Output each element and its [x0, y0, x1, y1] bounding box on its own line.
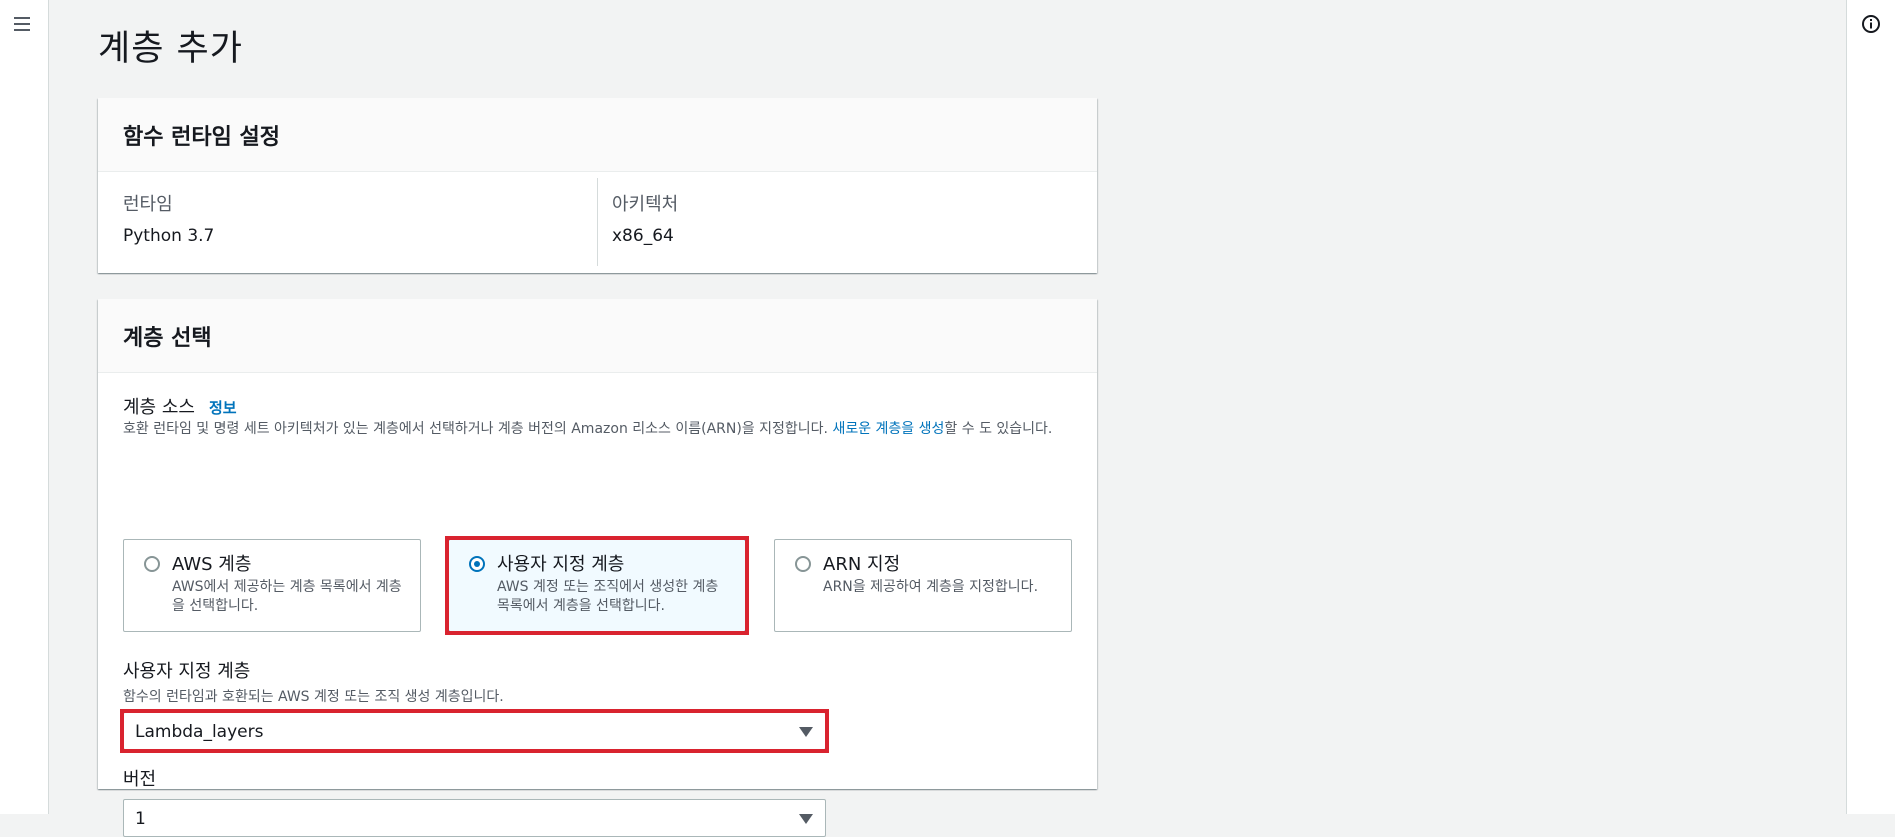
architecture-label: 아키텍처: [612, 194, 679, 215]
tile-title: 사용자 지정 계층: [497, 554, 625, 575]
radio-aws-layers[interactable]: [144, 556, 160, 572]
description-text-prefix: 호환 런타임 및 명령 세트 아키텍처가 있는 계층에서 선택하거나 계층 버전…: [123, 421, 833, 437]
runtime-label: 런타임: [123, 194, 173, 215]
version-select[interactable]: 1: [123, 799, 826, 837]
layer-source-label: 계층 소스: [123, 397, 195, 418]
runtime-settings-header: 함수 런타임 설정: [98, 98, 1097, 172]
layer-selection-header: 계층 선택: [98, 299, 1097, 373]
runtime-value: Python 3.7: [123, 226, 215, 246]
info-link[interactable]: 정보: [209, 397, 237, 418]
custom-layer-select[interactable]: Lambda_layers: [123, 712, 826, 750]
tile-title: ARN 지정: [823, 554, 901, 575]
tile-description: ARN을 제공하여 계층을 지정합니다.: [823, 579, 1039, 595]
tile-description: AWS 계정 또는 조직에서 생성한 계층 목록에서 계층을 선택합니다.: [497, 579, 719, 614]
right-tools-rail: [1846, 0, 1895, 814]
layer-source-description: 호환 런타임 및 명령 세트 아키텍처가 있는 계층에서 선택하거나 계층 버전…: [123, 419, 1073, 439]
caret-down-icon: [799, 727, 813, 737]
layer-source-label-row: 계층 소스 정보: [123, 393, 237, 419]
radio-custom-layers[interactable]: [469, 556, 485, 572]
tile-title: AWS 계층: [172, 554, 252, 575]
info-circle-icon[interactable]: [1861, 14, 1881, 34]
left-navigation-rail: [0, 0, 49, 814]
column-divider: [597, 178, 598, 266]
custom-layer-selected-value: Lambda_layers: [135, 722, 264, 742]
description-text-suffix: 할 수 도 있습니다.: [944, 421, 1053, 437]
radio-specify-arn[interactable]: [795, 556, 811, 572]
version-selected-value: 1: [135, 809, 146, 829]
caret-down-icon: [799, 814, 813, 824]
runtime-column: 런타임 Python 3.7: [123, 190, 214, 246]
custom-layer-label: 사용자 지정 계층: [123, 661, 251, 682]
architecture-value: x86_64: [612, 226, 674, 246]
tile-aws-layers[interactable]: AWS 계층 AWS에서 제공하는 계층 목록에서 계층을 선택합니다.: [123, 539, 421, 632]
hamburger-menu-icon[interactable]: [13, 14, 33, 34]
page-title: 계층 추가: [98, 29, 243, 69]
custom-layer-description: 함수의 런타임과 호환되는 AWS 계정 또는 조직 생성 계층입니다.: [123, 689, 504, 705]
runtime-settings-body: 런타임 Python 3.7 아키텍처 x86_64: [98, 172, 1097, 273]
tile-custom-layers[interactable]: 사용자 지정 계층 AWS 계정 또는 조직에서 생성한 계층 목록에서 계층을…: [448, 539, 746, 632]
runtime-settings-panel: 함수 런타임 설정 런타임 Python 3.7 아키텍처 x86_64: [98, 98, 1097, 273]
create-new-layer-link[interactable]: 새로운 계층을 생성: [832, 421, 944, 437]
tile-description: AWS에서 제공하는 계층 목록에서 계층을 선택합니다.: [172, 579, 402, 614]
layer-selection-panel: 계층 선택 계층 소스 정보 호환 런타임 및 명령 세트 아키텍처가 있는 계…: [98, 299, 1097, 837]
tile-specify-arn[interactable]: ARN 지정 ARN을 제공하여 계층을 지정합니다.: [774, 539, 1072, 632]
architecture-column: 아키텍처 x86_64: [612, 190, 678, 246]
version-label: 버전: [123, 769, 157, 790]
